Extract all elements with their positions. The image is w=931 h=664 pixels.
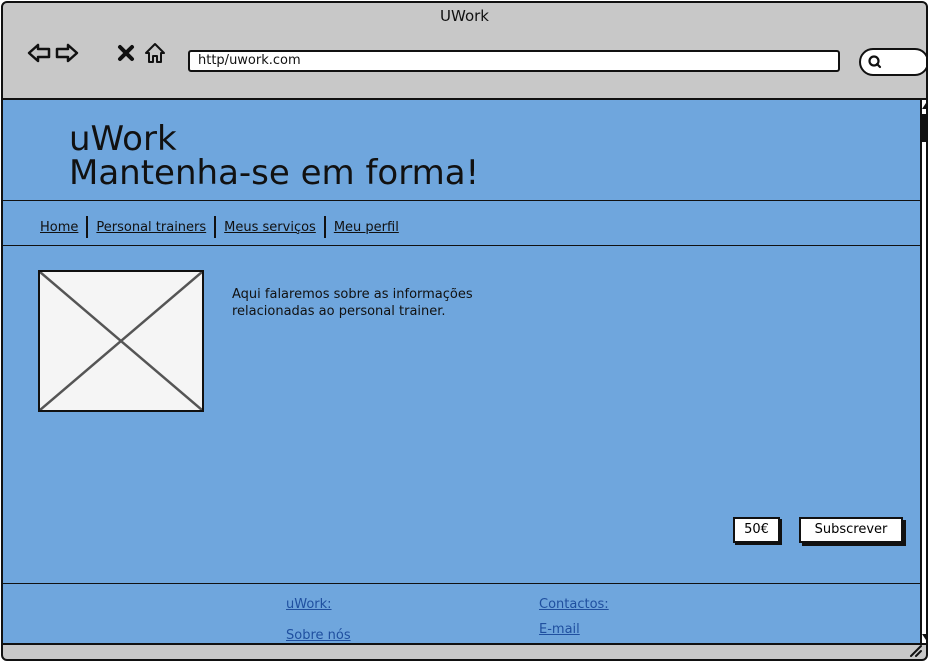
menu-home[interactable]: Home — [33, 220, 85, 235]
home-button[interactable] — [143, 41, 167, 65]
scroll-up-icon[interactable] — [922, 102, 928, 110]
search-icon — [868, 55, 882, 69]
menu-divider — [3, 245, 920, 246]
header-divider — [3, 200, 920, 201]
home-icon — [145, 43, 165, 63]
scroll-down-icon[interactable] — [922, 633, 928, 641]
footer-divider — [3, 583, 920, 584]
price-badge: 50€ — [733, 517, 780, 543]
vertical-scrollbar[interactable] — [920, 98, 928, 645]
subscribe-button[interactable]: Subscrever — [799, 517, 903, 543]
forward-button[interactable] — [55, 41, 79, 65]
menu-separator — [86, 216, 89, 238]
site-name: uWork — [69, 119, 177, 159]
trainer-image-placeholder — [38, 270, 204, 412]
footer-link-uwork[interactable]: uWork: — [286, 597, 332, 612]
resize-grip-icon[interactable] — [908, 643, 922, 657]
site-tagline: Mantenha-se em forma! — [69, 153, 480, 193]
image-placeholder-icon — [40, 272, 202, 410]
menu-meus-servicos[interactable]: Meus serviços — [217, 220, 323, 235]
stop-button[interactable] — [116, 41, 136, 65]
footer-link-email[interactable]: E-mail — [539, 622, 580, 637]
page-viewport: uWork Mantenha-se em forma! Home Persona… — [3, 98, 920, 645]
menu-personal-trainers[interactable]: Personal trainers — [89, 220, 213, 235]
scroll-thumb[interactable] — [922, 114, 926, 142]
url-input[interactable]: http/uwork.com — [188, 50, 840, 72]
forward-arrow-icon — [55, 43, 79, 63]
trainer-description: Aqui falaremos sobre as informações rela… — [232, 287, 473, 319]
site-header: uWork Mantenha-se em forma! — [69, 122, 479, 190]
menu-separator — [323, 216, 326, 238]
menu-meu-perfil[interactable]: Meu perfil — [327, 220, 406, 235]
close-x-icon — [118, 45, 134, 61]
window-title: UWork — [440, 7, 489, 25]
footer-link-contactos[interactable]: Contactos: — [539, 597, 609, 612]
footer-link-sobre-nos[interactable]: Sobre nós — [286, 628, 351, 643]
browser-search-button[interactable] — [859, 48, 926, 76]
main-menu: Home Personal trainers Meus serviços Meu… — [33, 213, 406, 241]
back-arrow-icon — [27, 43, 51, 63]
menu-separator — [214, 216, 217, 238]
browser-window: UWork http/uwork.com uWork Mantenha-se e… — [1, 1, 928, 661]
back-button[interactable] — [27, 41, 51, 65]
